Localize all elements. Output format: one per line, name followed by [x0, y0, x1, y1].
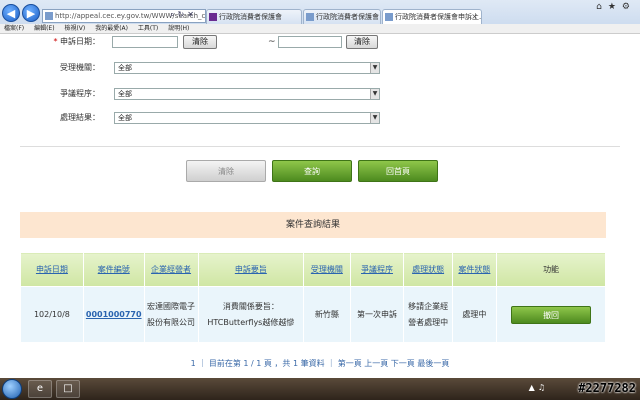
menu-favorites[interactable]: 我的最愛(A) — [95, 25, 128, 32]
refresh-icon[interactable]: ↻ — [177, 10, 187, 19]
date-label-text: 申訴日期： — [60, 37, 100, 46]
tray-up-icon[interactable]: ▲ — [529, 383, 538, 392]
start-button[interactable] — [2, 379, 22, 399]
tab-3-active[interactable]: 行政院消費者保護會申訴上... × — [382, 9, 482, 24]
column-header-company[interactable]: 企業經營者 — [143, 252, 199, 287]
case-no-link[interactable]: 0001000770 — [86, 310, 142, 319]
result-select-value: 全部 — [118, 114, 132, 122]
home-button[interactable]: 回首頁 — [358, 160, 438, 182]
results-title: 案件查詢結果 — [20, 212, 606, 238]
menu-edit[interactable]: 編輯(E) — [34, 25, 54, 32]
column-header-process-status[interactable]: 處理狀態 — [403, 252, 453, 287]
agency-select[interactable]: 全部 ▼ — [114, 62, 380, 74]
agency-row: 受理機關： 全部 ▼ — [0, 60, 640, 76]
date-from-input[interactable] — [112, 36, 178, 48]
volume-icon[interactable]: ♫ — [538, 383, 548, 392]
ie-taskbar-icon[interactable]: e — [28, 380, 52, 398]
required-mark: * — [53, 37, 58, 46]
tab-2[interactable]: 行政院消費者保護會 — [303, 9, 381, 24]
chevron-down-icon: ▼ — [370, 89, 379, 99]
tab-label: 行政院消費者保護會 — [316, 13, 379, 21]
cell-action: 撤回 — [496, 286, 606, 343]
tab-1[interactable]: 行政院消費者保護會 — [206, 9, 302, 24]
gear-icon[interactable]: ⚙ — [622, 2, 636, 12]
withdraw-button[interactable]: 撤回 — [511, 305, 592, 324]
divider — [20, 146, 620, 147]
date-to-input[interactable] — [278, 36, 342, 48]
watermark: #2277282 — [578, 381, 636, 395]
cell-summary: 消費關係要旨：HTCButterflys越修越慘 — [197, 286, 305, 343]
procedure-select[interactable]: 全部 ▼ — [114, 88, 380, 100]
result-row: 處理結果： 全部 ▼ — [0, 110, 640, 126]
tab-label: 行政院消費者保護會申訴上... — [395, 13, 482, 21]
column-header-action: 功能 — [496, 252, 606, 287]
column-header-date[interactable]: 申訴日期 — [20, 252, 84, 287]
clear-date-to-button[interactable]: 清除 — [346, 35, 378, 49]
date-row: * 申訴日期： 清除 ~ 清除 — [0, 34, 640, 50]
chevron-down-icon: ▼ — [370, 63, 379, 73]
system-tray: ▲♫ — [529, 383, 548, 392]
procedure-row: 爭議程序： 全部 ▼ — [0, 86, 640, 102]
date-label: * 申訴日期： — [0, 34, 100, 50]
pagination[interactable]: 1 ｜ 目前在第 1 / 1 頁 ，共 1 筆資料 ｜ 第一頁 上一頁 下一頁 … — [0, 358, 640, 369]
agency-label: 受理機關： — [60, 63, 100, 72]
cell-company: 宏達國際電子股份有限公司 — [143, 286, 199, 343]
table-row: 102/10/8 0001000770 宏達國際電子股份有限公司 消費關係要旨：… — [20, 286, 606, 343]
column-header-case-status[interactable]: 案件狀態 — [451, 252, 498, 287]
page-icon — [385, 13, 393, 21]
menu-file[interactable]: 檔案(F) — [4, 25, 24, 32]
favorites-icon[interactable]: ★ — [608, 2, 622, 12]
address-tools: ⌕↻✕ — [170, 10, 197, 20]
page-icon — [306, 13, 314, 21]
back-icon[interactable]: ◀ — [2, 4, 20, 22]
search-button[interactable]: 查詢 — [272, 160, 352, 182]
menu-bar: 檔案(F) 編輯(E) 檢視(V) 我的最愛(A) 工具(T) 說明(H) — [0, 24, 640, 34]
menu-tools[interactable]: 工具(T) — [138, 25, 158, 32]
cell-date: 102/10/8 — [20, 286, 84, 343]
procedure-label: 爭議程序： — [60, 89, 100, 98]
cell-case-no: 0001000770 — [82, 286, 145, 343]
menu-view[interactable]: 檢視(V) — [64, 25, 85, 32]
folder-taskbar-icon[interactable]: □ — [56, 380, 80, 398]
result-select[interactable]: 全部 ▼ — [114, 112, 380, 124]
tab-label: 行政院消費者保護會 — [219, 13, 282, 21]
results-table: 申訴日期 案件編號 企業經營者 申訴要旨 受理機關 爭議程序 處理狀態 案件狀態… — [20, 252, 606, 343]
close-tab-icon[interactable]: × — [471, 10, 478, 24]
column-header-summary[interactable]: 申訴要旨 — [197, 252, 305, 287]
menu-help[interactable]: 說明(H) — [168, 25, 189, 32]
page-content: * 申訴日期： 清除 ~ 清除 受理機關： 全部 ▼ 爭議程序： 全部 ▼ 處理… — [0, 34, 640, 378]
agency-select-value: 全部 — [118, 64, 132, 72]
window-controls: ⌂★⚙ — [596, 2, 636, 12]
yahoo-icon — [209, 13, 217, 21]
result-label: 處理結果： — [60, 113, 100, 122]
clear-date-from-button[interactable]: 清除 — [183, 35, 217, 49]
cell-agency: 新竹縣 — [303, 286, 351, 343]
cell-procedure: 第一次申訴 — [349, 286, 405, 343]
column-header-agency[interactable]: 受理機關 — [303, 252, 351, 287]
cell-case-status: 處理中 — [451, 286, 498, 343]
home-icon[interactable]: ⌂ — [596, 2, 608, 12]
column-header-procedure[interactable]: 爭議程序 — [349, 252, 405, 287]
clear-button[interactable]: 清除 — [186, 160, 266, 182]
procedure-select-value: 全部 — [118, 90, 132, 98]
forward-icon[interactable]: ▶ — [22, 4, 40, 22]
chevron-down-icon: ▼ — [370, 113, 379, 123]
date-range-separator: ~ — [268, 37, 276, 47]
cell-process-status: 移請企業經營者處理中 — [403, 286, 453, 343]
table-header-row: 申訴日期 案件編號 企業經營者 申訴要旨 受理機關 爭議程序 處理狀態 案件狀態… — [20, 252, 606, 287]
taskbar: e □ ▲♫ — [0, 378, 640, 400]
stop-icon[interactable]: ✕ — [187, 10, 197, 19]
column-header-case-no[interactable]: 案件編號 — [82, 252, 145, 287]
site-favicon-icon — [45, 12, 53, 20]
